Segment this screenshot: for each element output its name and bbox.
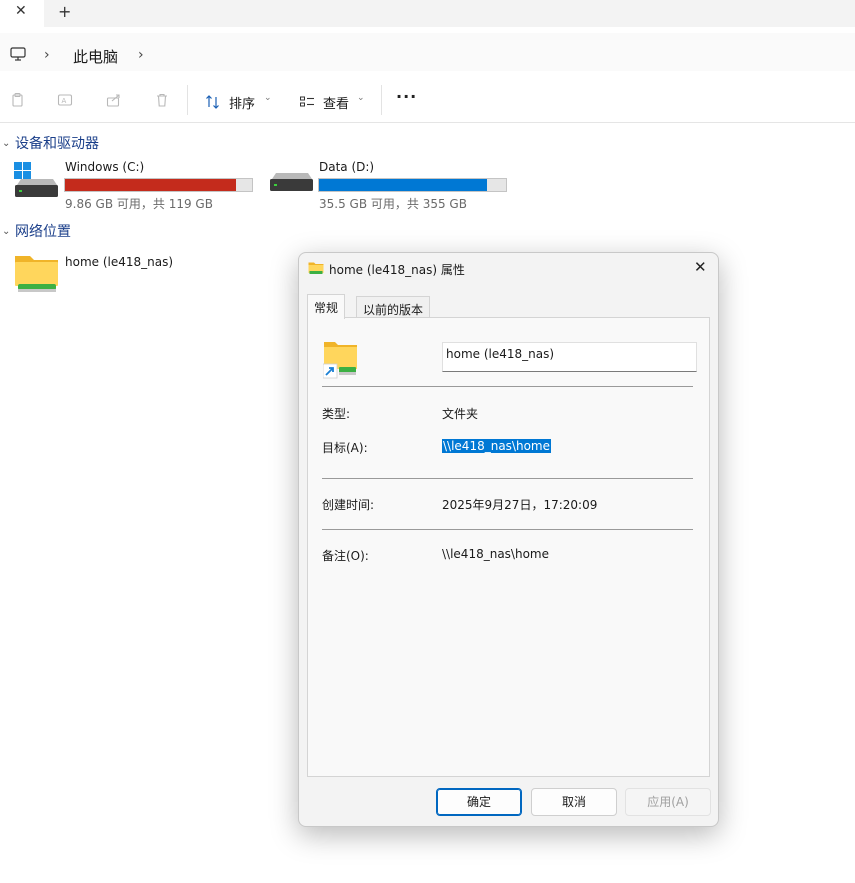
type-label: 类型: [322,407,351,421]
drive-c-name: Windows (C:) [65,160,145,174]
chevron-right-icon[interactable]: › [138,47,144,63]
address-bar: › 此电脑 › [0,27,855,77]
ok-button[interactable]: 确定 [436,788,522,816]
share-icon[interactable] [106,92,122,111]
drive-d-usage-fill [319,179,488,191]
drive-d-info: 35.5 GB 可用，共 355 GB [319,197,467,211]
apply-button[interactable]: 应用(A) [625,788,711,816]
rename-icon[interactable]: A [57,92,73,111]
drive-c-usage-bar [64,178,253,192]
view-icon[interactable] [299,94,315,113]
breadcrumb-this-pc[interactable]: 此电脑 [73,46,118,67]
sort-button[interactable]: 排序 [229,93,255,112]
command-bar: A 排序 ⌄ 查看 ⌄ ··· [0,77,855,123]
network-folder-icon [14,252,60,297]
windows-drive-icon [13,161,59,208]
breadcrumb[interactable]: › 此电脑 › [0,33,855,71]
tab-bar: ✕ + [0,0,855,27]
close-tab-icon[interactable]: ✕ [15,3,27,19]
new-tab-button[interactable]: + [58,2,71,21]
copy-icon[interactable] [10,92,26,111]
drive-c-info: 9.86 GB 可用，共 119 GB [65,197,213,211]
divider [322,529,693,530]
sort-icon[interactable] [205,94,221,113]
more-options-button[interactable]: ··· [396,87,417,106]
general-panel: home (le418_nas) 类型: 文件夹 目标(A): \\le418_… [307,317,710,777]
drive-d-usage-bar [318,178,507,192]
type-value: 文件夹 [442,407,479,421]
target-field[interactable]: \\le418_nas\home [442,439,551,453]
close-dialog-button[interactable]: ✕ [694,258,707,276]
folder-name-input[interactable]: home (le418_nas) [442,342,697,372]
monitor-icon[interactable] [10,46,26,65]
tab-this-pc[interactable]: ✕ [0,0,44,27]
target-label: 目标(A): [322,441,368,455]
network-item-name: home (le418_nas) [65,255,174,269]
drive-d-name: Data (D:) [319,160,375,174]
delete-icon[interactable] [154,92,170,111]
view-button[interactable]: 查看 [323,93,349,112]
folder-icon [308,261,324,278]
comment-field[interactable]: \\le418_nas\home [442,547,549,561]
properties-dialog: home (le418_nas) 属性 ✕ 常规 以前的版本 home (le4… [298,252,719,827]
section-devices-title[interactable]: 设备和驱动器 [15,133,99,153]
tab-general[interactable]: 常规 [307,294,346,319]
chevron-down-icon[interactable]: ⌄ [357,93,365,103]
created-label: 创建时间: [322,498,375,512]
divider [322,386,693,387]
toolbar-divider [381,85,382,115]
section-network-title[interactable]: 网络位置 [15,221,71,241]
cancel-button[interactable]: 取消 [531,788,617,816]
drive-c-usage-fill [65,179,237,191]
tab-previous-versions[interactable]: 以前的版本 [356,296,431,318]
created-value: 2025年9月27日，17:20:09 [442,498,598,512]
drive-icon [268,173,314,202]
collapse-chevron-icon[interactable]: ⌄ [2,226,10,237]
dialog-title: home (le418_nas) 属性 [329,263,465,277]
svg-text:A: A [62,97,67,105]
chevron-down-icon[interactable]: ⌄ [264,93,272,103]
chevron-right-icon[interactable]: › [44,47,50,63]
collapse-chevron-icon[interactable]: ⌄ [2,138,10,149]
toolbar-divider [187,85,188,115]
divider [322,478,693,479]
shortcut-folder-icon [322,340,359,383]
comment-label: 备注(O): [322,549,369,563]
